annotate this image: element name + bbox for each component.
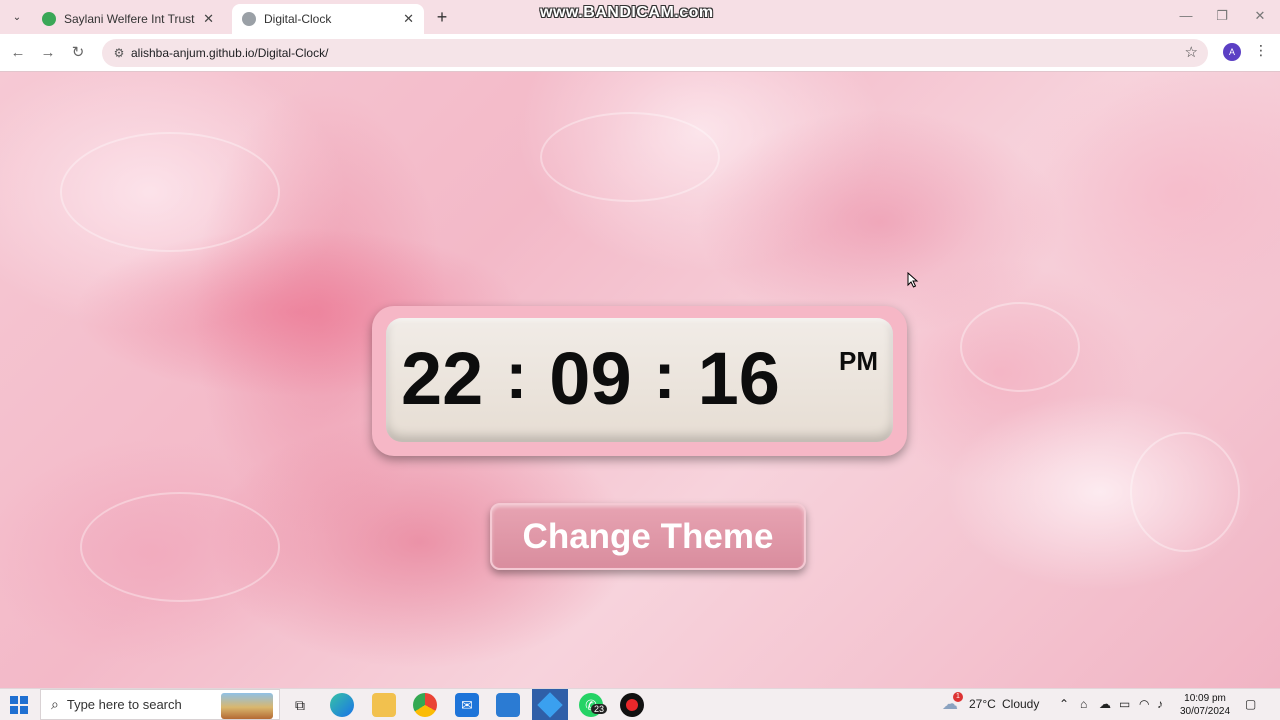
tray-onedrive-icon[interactable]: ☁ [1099, 697, 1111, 711]
taskbar-search-box[interactable]: ⌕ Type here to search [40, 689, 280, 720]
whatsapp-badge: 23 [591, 704, 608, 714]
taskbar-clock[interactable]: 10:09 pm 30/07/2024 [1176, 692, 1234, 718]
tab-strip: ⌄ Saylani Welfere Int Trust ✕ Digital-Cl… [0, 0, 1280, 34]
marble-swirl [960, 302, 1080, 392]
time-digits: 22 : 09 : 16 [401, 334, 841, 424]
clock-minutes: 09 [549, 337, 632, 420]
taskbar: ⌕ Type here to search ⧉ ✉ ✆ 23 ☁ 1 27°C … [0, 688, 1280, 720]
bandicam-record-icon[interactable] [620, 693, 644, 717]
clock-separator: : [653, 338, 676, 412]
edge-browser-icon[interactable] [330, 693, 354, 717]
file-explorer-icon[interactable] [372, 693, 396, 717]
windows-start-icon[interactable] [10, 696, 28, 714]
mouse-cursor-icon [907, 272, 919, 288]
tab-search-chevron-icon[interactable]: ⌄ [6, 6, 28, 28]
page-background: 22 : 09 : 16 PM Change Theme [0, 72, 1280, 688]
chrome-browser-icon[interactable] [413, 693, 437, 717]
address-bar[interactable]: ⚙ alishba-anjum.github.io/Digital-Clock/… [102, 39, 1208, 67]
new-tab-plus-icon[interactable]: + [432, 7, 452, 27]
notifications-icon[interactable]: ▢ [1245, 697, 1256, 711]
restore-icon[interactable]: ❐ [1212, 8, 1232, 26]
tray-usb-icon[interactable]: ⌂ [1080, 697, 1087, 711]
browser-menu-icon[interactable]: ⋮ [1254, 42, 1268, 59]
task-view-icon[interactable]: ⧉ [288, 693, 312, 717]
tray-battery-icon[interactable]: ▭ [1119, 697, 1130, 711]
mail-icon[interactable]: ✉ [455, 693, 479, 717]
taskbar-date: 30/07/2024 [1179, 706, 1231, 717]
tray-wifi-icon[interactable]: ◠ [1139, 697, 1149, 711]
window-close-icon[interactable]: ✕ [1250, 8, 1270, 26]
clock-hours: 22 [401, 337, 484, 420]
search-placeholder: Type here to search [66, 697, 182, 712]
tray-volume-icon[interactable]: ♪ [1157, 697, 1163, 711]
tray-chevron-up-icon[interactable]: ⌃ [1059, 697, 1069, 711]
site-settings-icon[interactable]: ⚙ [110, 44, 128, 62]
weather-alert-badge: 1 [953, 692, 963, 702]
microsoft-store-icon[interactable] [496, 693, 520, 717]
url-text[interactable]: alishba-anjum.github.io/Digital-Clock/ [131, 46, 328, 60]
tab-close-icon[interactable]: ✕ [203, 11, 214, 27]
weather-temperature[interactable]: 27°C [969, 697, 996, 711]
reload-icon[interactable]: ↻ [67, 42, 89, 64]
browser-toolbar: ← → ↻ ⚙ alishba-anjum.github.io/Digital-… [0, 34, 1280, 72]
marble-swirl [60, 132, 280, 252]
search-highlight-image [221, 693, 273, 719]
favicon-globe-icon [242, 12, 256, 26]
tab-digital-clock[interactable]: Digital-Clock ✕ [232, 4, 424, 34]
taskbar-time: 10:09 pm [1184, 693, 1226, 704]
recording-watermark: www.BANDICAM.com [540, 4, 714, 21]
minimize-icon[interactable]: — [1176, 8, 1196, 26]
clock-display: 22 : 09 : 16 PM [386, 318, 893, 442]
weather-condition[interactable]: Cloudy [1002, 697, 1039, 711]
forward-arrow-icon[interactable]: → [37, 42, 59, 64]
favicon-globe-icon [42, 12, 56, 26]
tab-close-icon[interactable]: ✕ [403, 11, 414, 27]
marble-swirl [1130, 432, 1240, 552]
vscode-icon[interactable] [532, 689, 568, 720]
back-arrow-icon[interactable]: ← [7, 42, 29, 64]
change-theme-button[interactable]: Change Theme [490, 503, 806, 570]
bookmark-star-icon[interactable]: ☆ [1185, 43, 1198, 61]
clock-seconds: 16 [697, 337, 780, 420]
clock-container: 22 : 09 : 16 PM [372, 306, 907, 456]
tab-title: Digital-Clock [264, 12, 332, 26]
profile-avatar[interactable]: A [1223, 43, 1241, 61]
tab-title: Saylani Welfere Int Trust [64, 12, 195, 26]
search-icon: ⌕ [51, 696, 59, 712]
tab-saylani[interactable]: Saylani Welfere Int Trust ✕ [32, 4, 224, 34]
marble-swirl [540, 112, 720, 202]
marble-swirl [80, 492, 280, 602]
clock-period: PM [839, 346, 878, 376]
clock-separator: : [505, 338, 528, 412]
